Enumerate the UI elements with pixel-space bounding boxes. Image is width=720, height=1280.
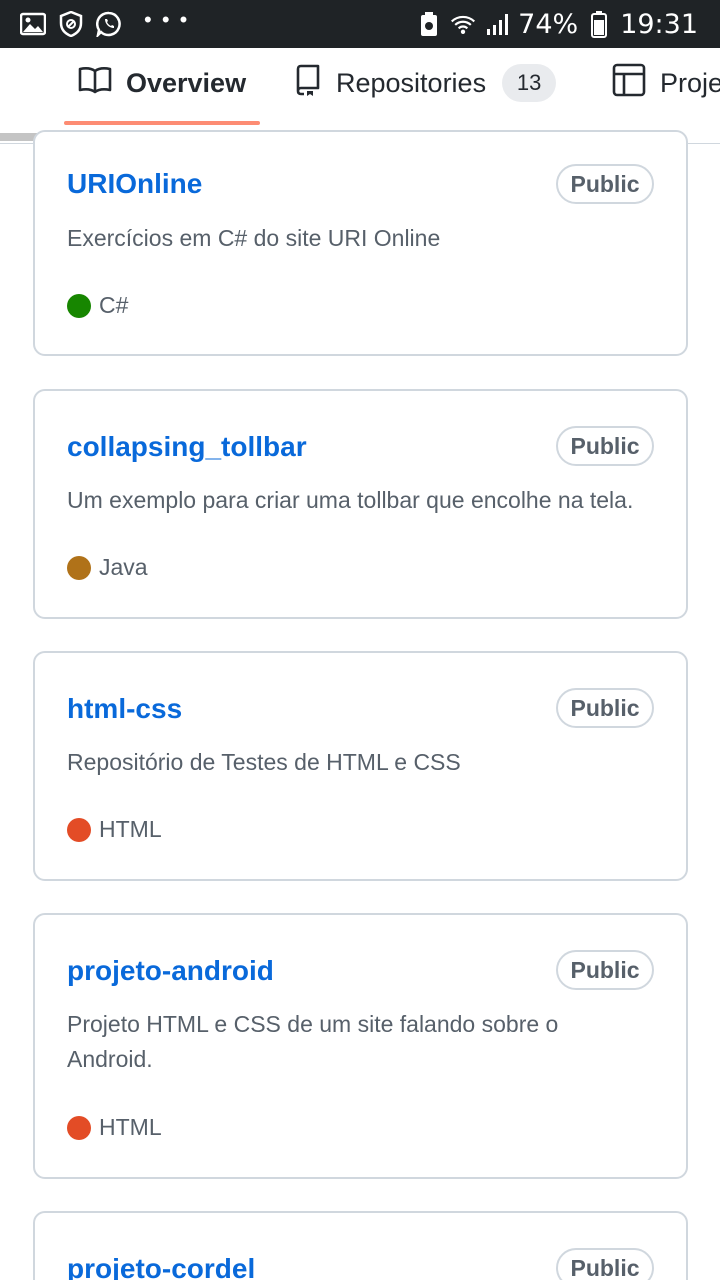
- visibility-badge: Public: [556, 164, 654, 204]
- book-icon: [78, 66, 112, 101]
- clock: 19:31: [620, 8, 698, 40]
- repo-card: projeto-cordel Public: [33, 1211, 688, 1280]
- repo-language: HTML: [67, 1114, 162, 1141]
- repo-language: HTML: [67, 816, 162, 843]
- language-label: Java: [99, 554, 148, 580]
- tab-selected-indicator: [64, 121, 260, 125]
- visibility-badge: Public: [556, 688, 654, 728]
- repo-name-link[interactable]: html-css: [67, 693, 182, 725]
- tab-overview[interactable]: Overview: [78, 48, 246, 118]
- signal-icon: [484, 11, 510, 37]
- tab-repositories-label: Repositories: [336, 67, 487, 98]
- repo-name-link[interactable]: projeto-android: [67, 955, 274, 987]
- repo-description: Repositório de Testes de HTML e CSS: [67, 749, 461, 775]
- repo-name-link[interactable]: projeto-cordel: [67, 1253, 255, 1280]
- repo-description: Um exemplo para criar uma tollbar que en…: [67, 487, 634, 513]
- battery-saver-icon: [416, 11, 442, 37]
- whatsapp-icon: [96, 11, 122, 37]
- visibility-badge: Public: [556, 950, 654, 990]
- shield-icon: [58, 11, 84, 37]
- repo-language: Java: [67, 554, 148, 581]
- language-color-dot: [67, 293, 91, 318]
- project-icon: [612, 63, 646, 104]
- tab-repositories[interactable]: Repositories 13: [292, 48, 557, 118]
- language-label: HTML: [99, 1114, 162, 1140]
- repo-card: URIOnline Public Exercícios em C# do sit…: [33, 130, 688, 356]
- language-color-dot: [67, 817, 91, 842]
- visibility-badge: Public: [556, 1248, 654, 1280]
- more-dots-icon: • • •: [144, 7, 190, 32]
- repo-card: projeto-android Public Projeto HTML e CS…: [33, 913, 688, 1179]
- tab-projects-label: Projects: [660, 67, 720, 98]
- language-color-dot: [67, 1115, 91, 1140]
- battery-icon: [586, 11, 612, 38]
- repo-name-link[interactable]: URIOnline: [67, 168, 202, 200]
- repo-card: collapsing_tollbar Public Um exemplo par…: [33, 389, 688, 619]
- repositories-count-badge: 13: [502, 64, 557, 102]
- repo-icon: [292, 64, 322, 103]
- tab-overview-label: Overview: [126, 67, 247, 98]
- tab-projects[interactable]: Projects: [612, 48, 720, 118]
- gallery-icon: [20, 11, 46, 37]
- repo-card: html-css Public Repositório de Testes de…: [33, 651, 688, 881]
- language-color-dot: [67, 555, 91, 580]
- repo-language: C#: [67, 292, 128, 319]
- repo-description: Exercícios em C# do site URI Online: [67, 225, 441, 251]
- repo-description: Projeto HTML e CSS de um site falando so…: [67, 1011, 559, 1072]
- language-label: C#: [99, 292, 129, 318]
- battery-percent: 74%: [518, 8, 579, 40]
- status-bar: • • • 74% 19:31: [0, 0, 720, 48]
- visibility-badge: Public: [556, 426, 654, 466]
- repo-name-link[interactable]: collapsing_tollbar: [67, 431, 307, 463]
- language-label: HTML: [99, 816, 162, 842]
- status-bar-right: 74% 19:31: [416, 0, 698, 48]
- status-bar-left: • • •: [20, 0, 189, 48]
- wifi-icon: [450, 11, 476, 37]
